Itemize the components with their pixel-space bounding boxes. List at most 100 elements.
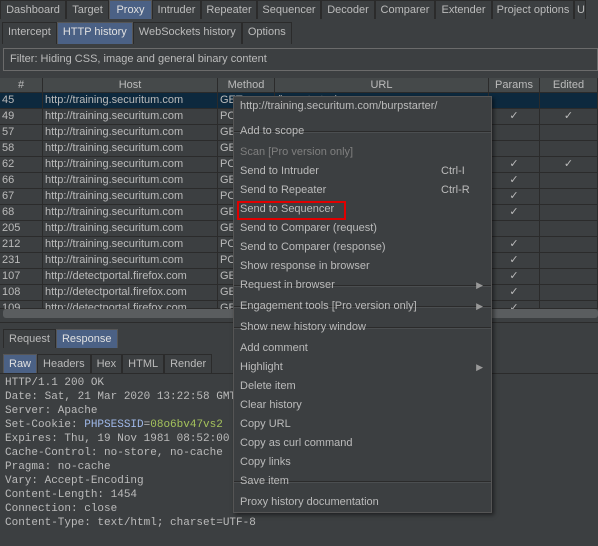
response-text: Connection: close	[5, 503, 118, 515]
tab-render[interactable]: Render	[164, 354, 213, 373]
cell-edited	[540, 93, 598, 109]
cell-id: 58	[0, 141, 43, 157]
menu-item-label: Add comment	[240, 342, 308, 354]
menu-item-clear-history[interactable]: Clear history	[234, 396, 491, 415]
cell-host: http://detectportal.firefox.com	[43, 269, 218, 285]
tab-decoder[interactable]: Decoder	[321, 0, 375, 19]
cell-params	[489, 221, 540, 237]
tab-options[interactable]: Options	[241, 22, 292, 44]
cell-edited	[540, 221, 598, 237]
cookie-value: 08o6bv47vs2	[150, 419, 223, 431]
column-header-host[interactable]: Host	[43, 78, 218, 93]
cell-edited	[540, 141, 598, 157]
menu-item-label: Highlight	[240, 361, 283, 373]
cell-id: 212	[0, 237, 43, 253]
tab-u[interactable]: U	[574, 0, 586, 19]
submenu-arrow-icon: ▶	[476, 362, 483, 372]
cell-host: http://training.securitum.com	[43, 93, 218, 109]
cell-host: http://training.securitum.com	[43, 157, 218, 173]
response-line: Content-Type: text/html; charset=UTF-8	[5, 516, 256, 530]
column-header-url[interactable]: URL	[275, 78, 489, 93]
column-header-number[interactable]: #	[0, 78, 43, 93]
cell-id: 205	[0, 221, 43, 237]
menu-item-show-response-in-browser[interactable]: Show response in browser	[234, 257, 491, 276]
tab-http-history[interactable]: HTTP history	[56, 22, 133, 44]
tab-request[interactable]: Request	[3, 329, 56, 348]
checkmark-icon: ✓	[489, 173, 540, 189]
tab-websockets-history[interactable]: WebSockets history	[132, 22, 242, 44]
menu-item-copy-links[interactable]: Copy links	[234, 453, 491, 472]
tab-raw[interactable]: Raw	[3, 354, 38, 373]
cell-params	[489, 125, 540, 141]
menu-item-label: Copy links	[240, 456, 291, 468]
menu-item-send-to-repeater[interactable]: Send to Repeater Ctrl-R	[234, 181, 491, 200]
tab-hex[interactable]: Hex	[90, 354, 123, 373]
menu-item-send-to-intruder[interactable]: Send to Intruder Ctrl-I	[234, 162, 491, 181]
response-line: Connection: close	[5, 502, 256, 516]
tab-comparer[interactable]: Comparer	[375, 0, 435, 19]
checkmark-icon: ✓	[489, 157, 540, 173]
cookie-name: PHPSESSID	[84, 419, 144, 431]
checkmark-icon: ✓	[489, 109, 540, 125]
column-header-method[interactable]: Method	[218, 78, 275, 93]
menu-item-send-to-comparer-request[interactable]: Send to Comparer (request)	[234, 219, 491, 238]
menu-item-engagement-tools-pro-version-only[interactable]: Engagement tools [Pro version only] ▶	[234, 297, 491, 316]
cell-edited	[540, 189, 598, 205]
menu-item-send-to-comparer-response[interactable]: Send to Comparer (response)	[234, 238, 491, 257]
cell-id: 45	[0, 93, 43, 109]
column-header-params[interactable]: Params	[489, 78, 540, 93]
tab-target[interactable]: Target	[66, 0, 109, 19]
menu-item-label: Show response in browser	[240, 260, 370, 272]
menu-item-save-item[interactable]: Save item	[234, 472, 491, 491]
tab-dashboard[interactable]: Dashboard	[0, 0, 66, 19]
menu-item-proxy-history-documentation[interactable]: Proxy history documentation	[234, 493, 491, 512]
response-text: Expires: Thu, 19 Nov 1981 08:52:00 GMT	[5, 433, 256, 445]
menu-item-copy-url[interactable]: Copy URL	[234, 415, 491, 434]
checkmark-icon: ✓	[489, 237, 540, 253]
tab-headers[interactable]: Headers	[37, 354, 91, 373]
cell-id: 49	[0, 109, 43, 125]
menu-item-label: Engagement tools [Pro version only]	[240, 300, 417, 312]
response-text: Server: Apache	[5, 405, 98, 417]
menu-item-copy-as-curl-command[interactable]: Copy as curl command	[234, 434, 491, 453]
menu-item-label: Delete item	[240, 380, 296, 392]
cell-host: http://detectportal.firefox.com	[43, 301, 218, 309]
menu-item-request-in-browser[interactable]: Request in browser ▶	[234, 276, 491, 295]
cell-host: http://training.securitum.com	[43, 237, 218, 253]
response-line: Cache-Control: no-store, no-cache	[5, 446, 256, 460]
menu-item-label: Copy URL	[240, 418, 291, 430]
tab-repeater[interactable]: Repeater	[201, 0, 257, 19]
submenu-arrow-icon: ▶	[476, 280, 483, 290]
column-header-edited[interactable]: Edited	[540, 78, 598, 93]
cell-host: http://detectportal.firefox.com	[43, 285, 218, 301]
tab-sequencer[interactable]: Sequencer	[257, 0, 321, 19]
menu-item-label: Save item	[240, 475, 289, 487]
menu-item-show-new-history-window[interactable]: Show new history window	[234, 318, 491, 337]
tab-extender[interactable]: Extender	[435, 0, 492, 19]
menu-item-http-training-securitum-com-burpstarter[interactable]: http://training.securitum.com/burpstarte…	[234, 97, 491, 116]
menu-item-label: Request in browser	[240, 279, 335, 291]
menu-item-label: Send to Comparer (request)	[240, 222, 377, 234]
tab-html[interactable]: HTML	[122, 354, 165, 373]
cell-host: http://training.securitum.com	[43, 141, 218, 157]
tab-response[interactable]: Response	[55, 329, 118, 348]
cell-edited	[540, 253, 598, 269]
tab-intruder[interactable]: Intruder	[152, 0, 201, 19]
context-menu: http://training.securitum.com/burpstarte…	[233, 96, 492, 513]
tab-intercept[interactable]: Intercept	[2, 22, 57, 44]
menu-item-delete-item[interactable]: Delete item	[234, 377, 491, 396]
tab-project-options[interactable]: Project options	[492, 0, 574, 19]
cell-id: 57	[0, 125, 43, 141]
cell-id: 67	[0, 189, 43, 205]
response-line: Content-Length: 1454	[5, 488, 256, 502]
menu-item-highlight[interactable]: Highlight ▶	[234, 358, 491, 377]
response-line: Set-Cookie: PHPSESSID=08o6bv47vs2	[5, 418, 256, 432]
menu-item-add-comment[interactable]: Add comment	[234, 339, 491, 358]
response-line: Pragma: no-cache	[5, 460, 256, 474]
menu-item-add-to-scope[interactable]: Add to scope	[234, 122, 491, 141]
filter-bar[interactable]: Filter: Hiding CSS, image and general bi…	[3, 48, 598, 71]
tab-proxy[interactable]: Proxy	[109, 0, 152, 19]
response-body[interactable]: HTTP/1.1 200 OK Date: Sat, 21 Mar 2020 13…	[0, 376, 256, 530]
checkmark-icon: ✓	[489, 205, 540, 221]
menu-item-label: Copy as curl command	[240, 437, 353, 449]
